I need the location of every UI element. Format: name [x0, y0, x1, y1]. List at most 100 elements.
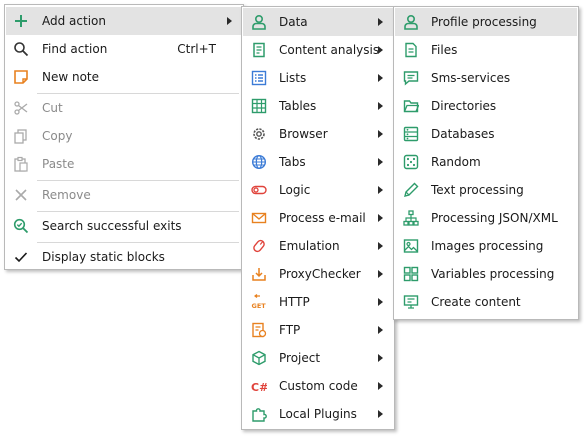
submenu-arrow-icon [378, 158, 383, 166]
menu-item-cut[interactable]: Cut [6, 94, 242, 122]
menu-item-sms-services[interactable]: Sms-services [395, 64, 577, 92]
submenu-arrow-icon [378, 298, 383, 306]
menu-item-label: Add action [42, 14, 106, 28]
document-analysis-icon [251, 42, 267, 58]
menu-item-images-processing[interactable]: Images processing [395, 232, 577, 260]
menu-item-label: Display static blocks [42, 250, 165, 264]
context-menu: Add action Find action Ctrl+T New note C… [4, 4, 244, 270]
menu-item-label: Copy [42, 129, 73, 143]
menu-item-remove[interactable]: Remove [6, 181, 242, 209]
menu-item-display-static-blocks[interactable]: Display static blocks [6, 243, 242, 271]
menu-item-browser[interactable]: Browser [243, 120, 393, 148]
paste-icon [13, 156, 29, 172]
menu-item-process-email[interactable]: Process e-mail [243, 204, 393, 232]
menu-item-label: Profile processing [431, 15, 537, 29]
menu-item-variables-processing[interactable]: Variables processing [395, 260, 577, 288]
toggle-icon [251, 182, 267, 198]
menu-item-label: Custom code [279, 379, 358, 393]
menu-item-label: Random [431, 155, 481, 169]
proxy-download-icon [251, 266, 267, 282]
dice-icon [403, 154, 419, 170]
menu-item-label: Create content [431, 295, 521, 309]
submenu-arrow-icon [378, 354, 383, 362]
menu-item-label: Emulation [279, 239, 340, 253]
menu-item-label: HTTP [279, 295, 310, 309]
menu-item-label: Cut [42, 101, 63, 115]
shortcut-label: Ctrl+T [177, 42, 216, 56]
menu-item-search-successful-exits[interactable]: Search successful exits [6, 212, 242, 240]
menu-item-text-processing[interactable]: Text processing [395, 176, 577, 204]
message-icon [403, 70, 419, 86]
menu-item-copy[interactable]: Copy [6, 122, 242, 150]
http-get-icon: GET [251, 294, 267, 310]
mouse-icon [251, 238, 267, 254]
menu-item-tabs[interactable]: Tabs [243, 148, 393, 176]
menu-item-label: Processing JSON/XML [431, 211, 558, 225]
csharp-icon-text: C# [251, 381, 267, 394]
puzzle-icon [251, 406, 267, 422]
menu-item-directories[interactable]: Directories [395, 92, 577, 120]
submenu-arrow-icon [378, 242, 383, 250]
menu-item-files[interactable]: Files [395, 36, 577, 64]
grid-icon [403, 266, 419, 282]
image-icon [403, 238, 419, 254]
note-icon [13, 69, 29, 85]
menu-item-lists[interactable]: Lists [243, 64, 393, 92]
menu-item-project[interactable]: Project [243, 344, 393, 372]
menu-item-label: Search successful exits [42, 219, 182, 233]
copy-icon [13, 128, 29, 144]
menu-item-logic[interactable]: Logic [243, 176, 393, 204]
close-icon [13, 187, 29, 203]
menu-item-data[interactable]: Data [243, 8, 393, 36]
menu-item-label: Tabs [279, 155, 306, 169]
submenu-arrow-icon [378, 214, 383, 222]
globe-icon [251, 154, 267, 170]
menu-item-processing-json-xml[interactable]: Processing JSON/XML [395, 204, 577, 232]
menu-item-label: Project [279, 351, 321, 365]
submenu-arrow-icon [378, 410, 383, 418]
list-icon [251, 70, 267, 86]
menu-item-label: Paste [42, 157, 75, 171]
menu-item-tables[interactable]: Tables [243, 92, 393, 120]
menu-item-databases[interactable]: Databases [395, 120, 577, 148]
plus-icon [13, 13, 29, 29]
menu-item-label: ProxyChecker [279, 267, 361, 281]
menu-item-label: Browser [279, 127, 328, 141]
http-icon-text: GET [252, 302, 267, 310]
menu-item-content-analysis[interactable]: Content analysis [243, 36, 393, 64]
menu-item-label: Images processing [431, 239, 544, 253]
menu-item-create-content[interactable]: Create content [395, 288, 577, 316]
menu-item-label: Local Plugins [279, 407, 357, 421]
cube-icon [251, 350, 267, 366]
menu-item-find-action[interactable]: Find action Ctrl+T [6, 35, 242, 63]
menu-item-custom-code[interactable]: C# Custom code [243, 372, 393, 400]
menu-item-proxychecker[interactable]: ProxyChecker [243, 260, 393, 288]
menu-item-label: New note [42, 70, 100, 84]
submenu-arrow-icon [378, 102, 383, 110]
menu-item-label: Files [431, 43, 458, 57]
database-icon [403, 126, 419, 142]
submenu-arrow-icon [378, 186, 383, 194]
submenu-arrow-icon [378, 326, 383, 334]
menu-item-emulation[interactable]: Emulation [243, 232, 393, 260]
menu-item-ftp[interactable]: FTP [243, 316, 393, 344]
submenu-arrow-icon [378, 382, 383, 390]
menu-item-label: Process e-mail [279, 211, 366, 225]
menu-item-label: Directories [431, 99, 497, 113]
menu-item-local-plugins[interactable]: Local Plugins [243, 400, 393, 428]
user-icon [251, 14, 267, 30]
menu-item-http[interactable]: GET HTTP [243, 288, 393, 316]
menu-item-paste[interactable]: Paste [6, 150, 242, 178]
menu-item-profile-processing[interactable]: Profile processing [395, 8, 577, 36]
actions-submenu: Data Content analysis Lists Tables Brows… [241, 6, 395, 430]
search-check-icon [13, 218, 29, 234]
menu-item-add-action[interactable]: Add action [6, 7, 242, 35]
menu-item-new-note[interactable]: New note [6, 63, 242, 91]
submenu-arrow-icon [378, 46, 383, 54]
user-icon [403, 14, 419, 30]
gear-icon [251, 126, 267, 142]
monitor-icon [403, 294, 419, 310]
menu-item-label: Tables [279, 99, 317, 113]
menu-item-label: Variables processing [431, 267, 555, 281]
menu-item-random[interactable]: Random [395, 148, 577, 176]
